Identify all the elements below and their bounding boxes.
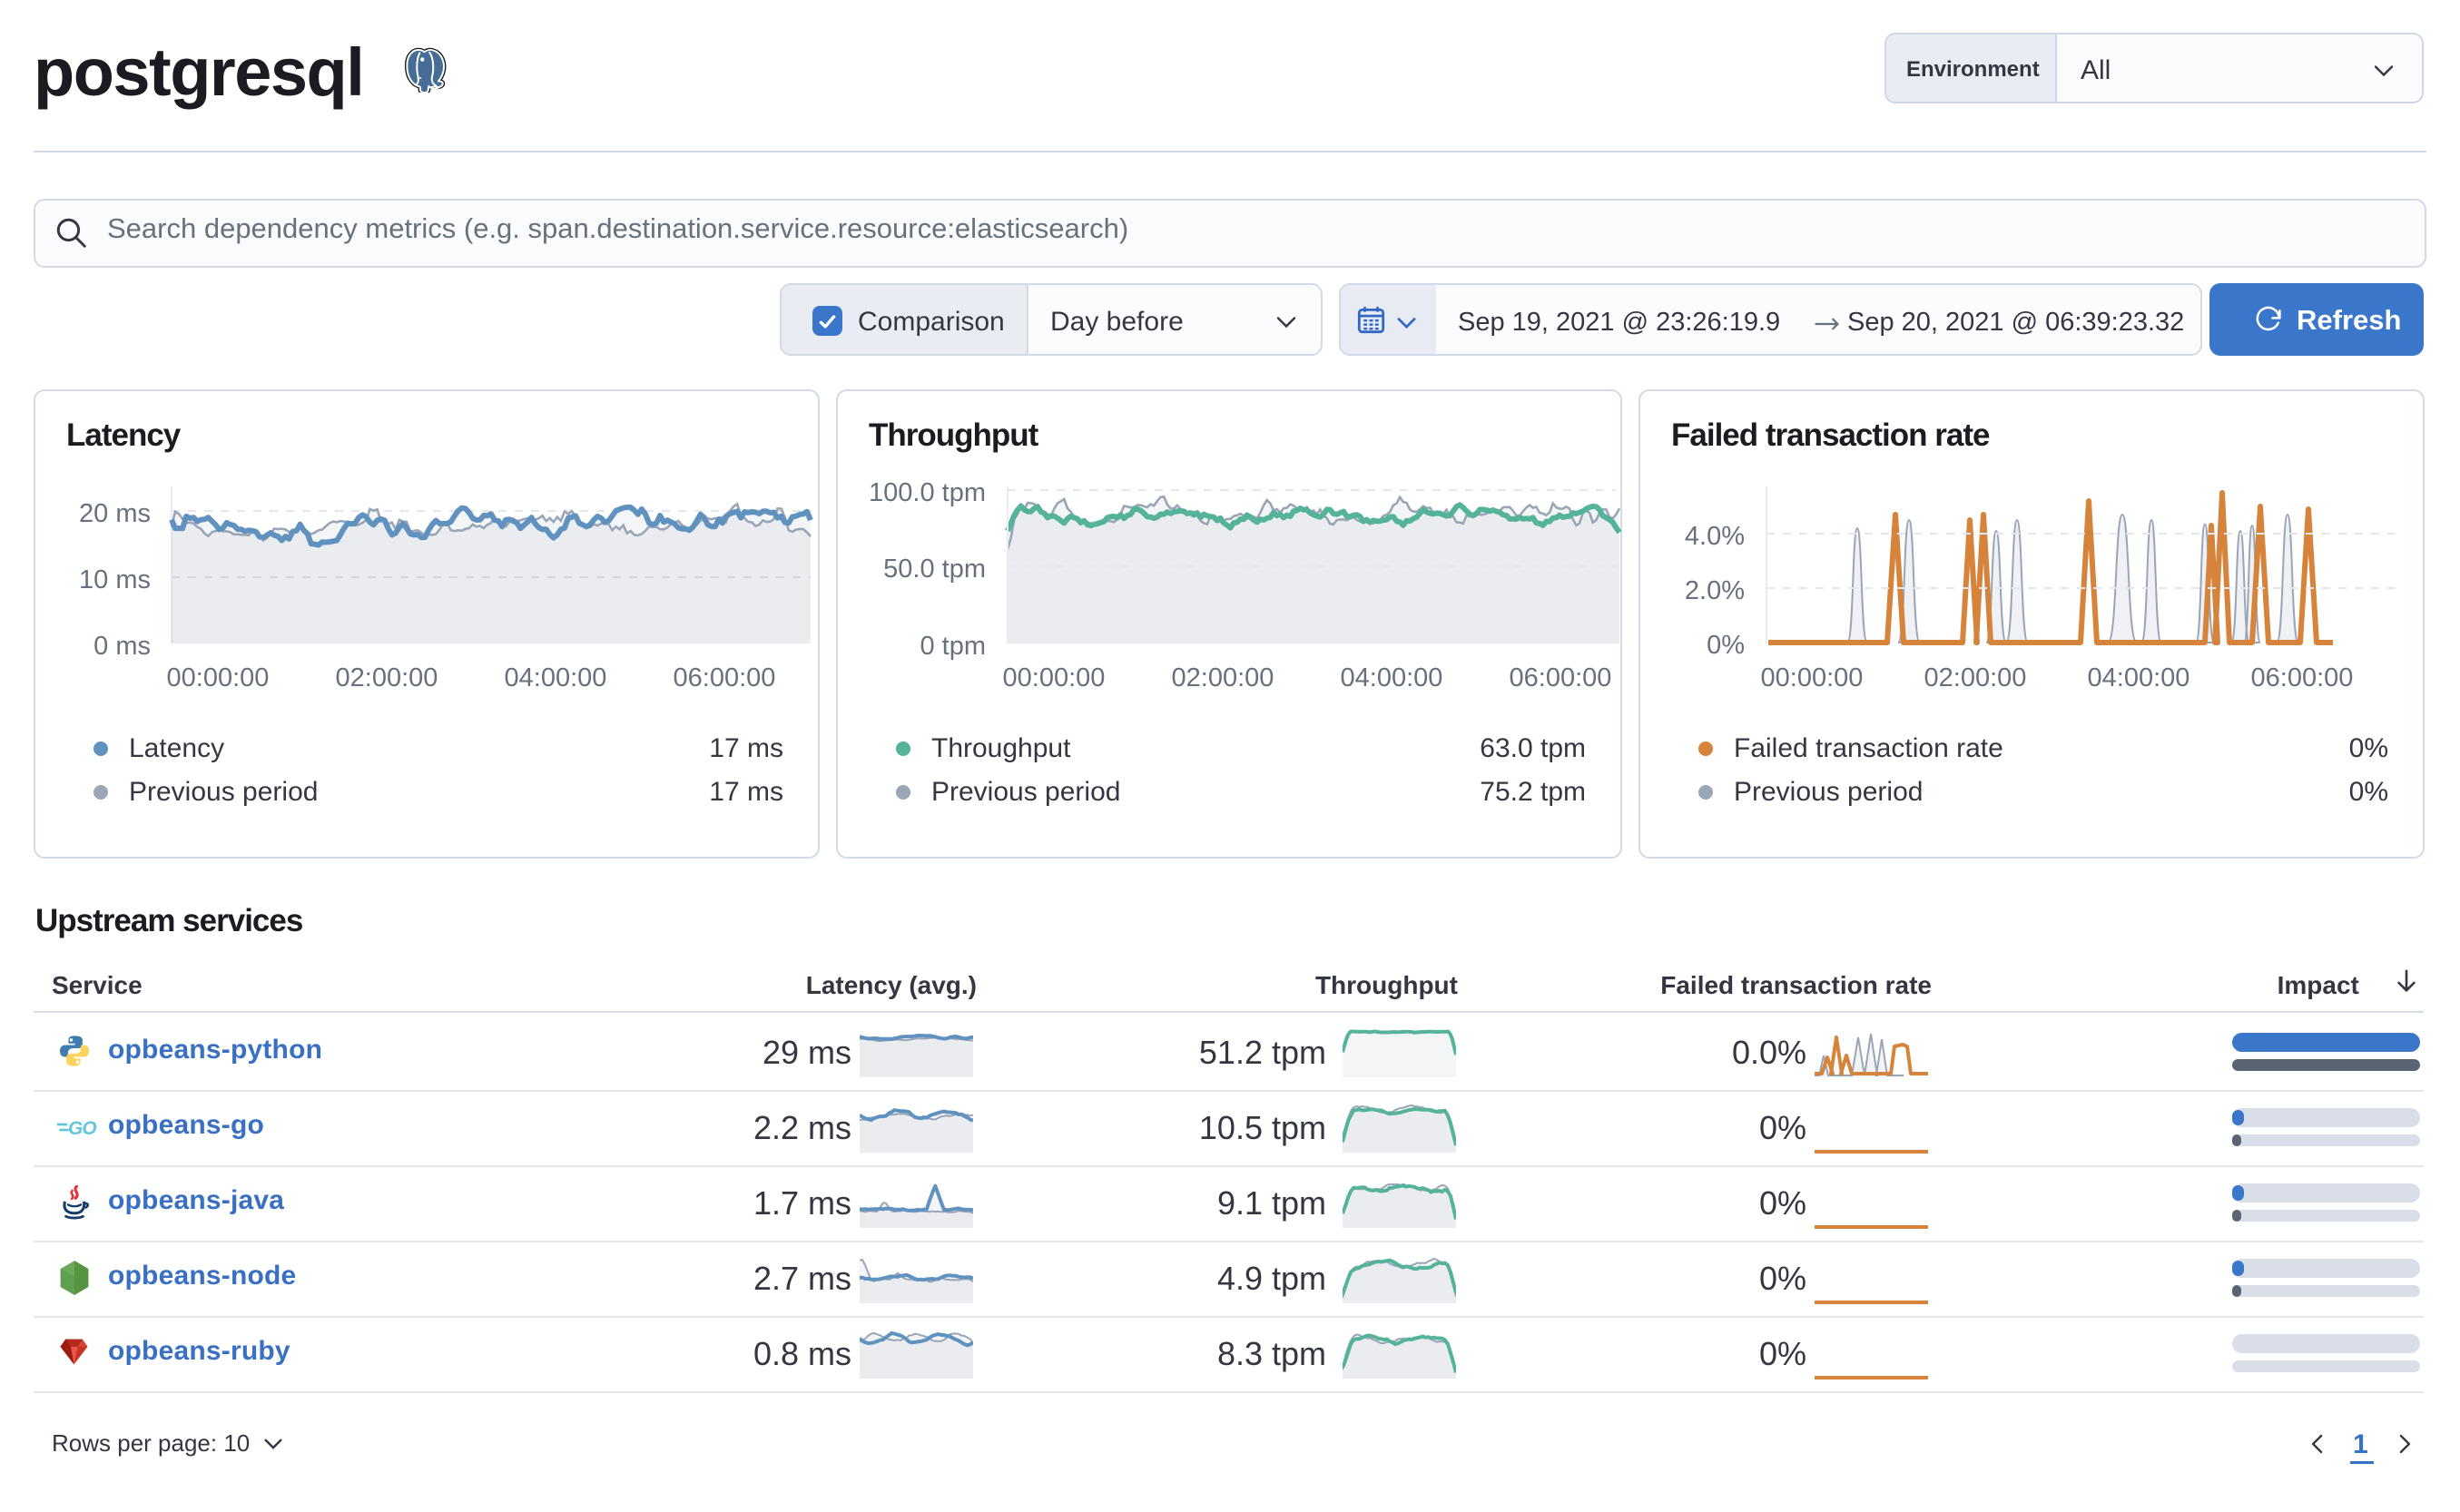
svg-text:GO: GO <box>68 1118 96 1139</box>
